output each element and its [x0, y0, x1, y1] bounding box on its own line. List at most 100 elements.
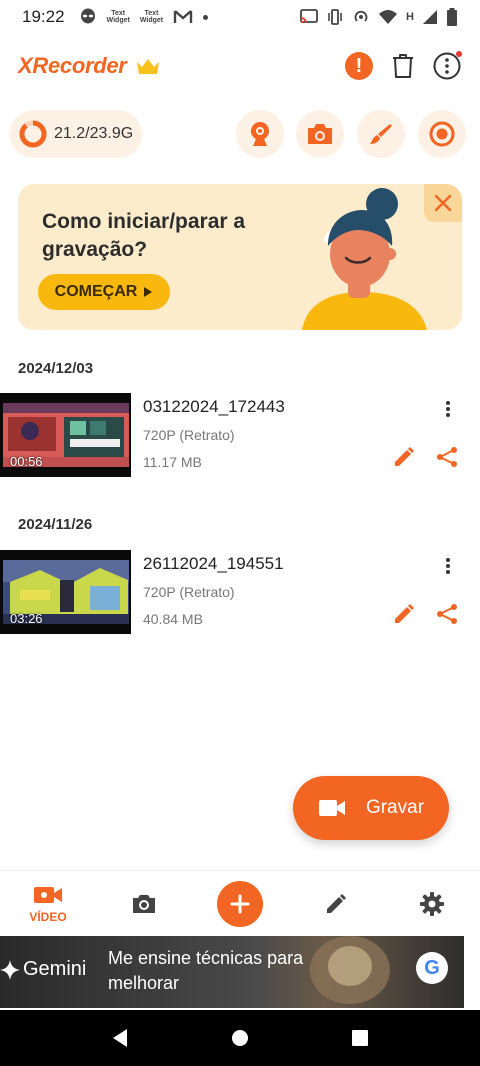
- screenshot-button[interactable]: [296, 110, 344, 158]
- notification-dot: [456, 51, 462, 57]
- crown-icon[interactable]: [135, 56, 161, 76]
- wifi-icon: [379, 10, 398, 24]
- webcam-button[interactable]: [236, 110, 284, 158]
- date-header: 2024/11/26: [18, 516, 93, 533]
- recording-item[interactable]: 00:56 03122024_172443 720P (Retrato) 11.…: [0, 393, 480, 477]
- trash-button[interactable]: [388, 51, 418, 81]
- share-icon: [437, 447, 457, 467]
- battery-icon: [447, 8, 457, 26]
- camera-icon: [308, 124, 332, 144]
- play-arrow-icon: [144, 287, 153, 297]
- nav-video-label: VÍDEO: [29, 910, 67, 924]
- nav-edit[interactable]: [306, 871, 366, 937]
- alert-button[interactable]: !: [344, 51, 374, 81]
- video-icon: [34, 887, 62, 903]
- vibrate-icon: [328, 9, 342, 25]
- storage-text: 21.2/23.9G: [54, 125, 134, 142]
- gemini-sparkle-icon: [0, 959, 20, 980]
- recording-edit-button[interactable]: [392, 445, 418, 471]
- back-icon[interactable]: [111, 1028, 129, 1048]
- signal-icon: [423, 10, 437, 24]
- webcam-icon: [251, 122, 269, 146]
- quick-actions-row: 21.2/23.9G: [0, 110, 480, 158]
- start-button[interactable]: COMEÇAR: [38, 274, 170, 310]
- add-icon: [230, 894, 250, 914]
- cast-icon: [300, 9, 318, 24]
- record-fab[interactable]: Gravar: [293, 776, 449, 840]
- camera-icon: [133, 895, 155, 913]
- share-icon: [437, 604, 457, 624]
- nav-add[interactable]: [210, 871, 270, 937]
- tutorial-banner[interactable]: Como iniciar/parar a gravação? COMEÇAR ?: [18, 184, 462, 330]
- status-icons-right: H: [300, 8, 458, 26]
- close-icon: [434, 194, 452, 212]
- banner-close-button[interactable]: [424, 184, 462, 222]
- status-bar: 19:22 Text Widget Text Widget H: [0, 0, 480, 34]
- ad-brand: Gemini: [0, 958, 86, 981]
- status-icons-left: Text Widget Text Widget: [79, 8, 209, 26]
- more-options-button[interactable]: [432, 51, 462, 81]
- recording-resolution: 720P (Retrato): [143, 427, 235, 443]
- recents-icon[interactable]: [351, 1029, 369, 1047]
- brush-icon: [370, 124, 392, 144]
- banner-title: Como iniciar/parar a gravação?: [42, 210, 246, 261]
- ad-brand-label: Gemini: [23, 958, 87, 980]
- recording-size: 11.17 MB: [143, 454, 202, 470]
- recording-size: 40.84 MB: [143, 611, 203, 627]
- text-widget-label-1: Text Widget: [106, 10, 130, 24]
- pencil-icon: [395, 447, 414, 466]
- recording-more-button[interactable]: [438, 554, 458, 578]
- video-camera-icon: [318, 800, 345, 816]
- recording-duration: 03:26: [10, 611, 43, 626]
- recording-share-button[interactable]: [435, 445, 461, 471]
- ad-text: Me ensine técnicas para melhorar: [108, 948, 304, 993]
- brush-button[interactable]: [357, 110, 405, 158]
- storage-ring-icon: [19, 120, 47, 148]
- app-logo: XRecorder: [18, 53, 127, 78]
- recording-thumbnail[interactable]: 03:26: [0, 550, 131, 634]
- pencil-icon: [327, 894, 346, 913]
- text-widget-icon: Text Widget: [140, 10, 163, 24]
- record-icon: [429, 121, 455, 147]
- google-g-letter: G: [424, 956, 440, 979]
- system-navigation-bar: [0, 1010, 480, 1066]
- ad-image: [310, 936, 390, 1004]
- nav-settings[interactable]: [402, 871, 462, 937]
- text-widget-icon: Text Widget: [107, 10, 130, 24]
- pencil-icon: [395, 604, 414, 623]
- alert-icon: !: [345, 52, 373, 80]
- recording-resolution: 720P (Retrato): [143, 584, 235, 600]
- recording-name: 03122024_172443: [143, 397, 285, 416]
- record-fab-label: Gravar: [365, 797, 425, 818]
- text-widget-label-2: Text Widget: [139, 10, 164, 24]
- recording-more-button[interactable]: [438, 397, 458, 421]
- dot-icon: [203, 14, 209, 20]
- recording-share-button[interactable]: [435, 602, 461, 628]
- recording-name: 26112024_194551: [143, 554, 284, 573]
- status-time: 19:22: [22, 7, 65, 26]
- storage-indicator[interactable]: 21.2/23.9G: [10, 110, 142, 158]
- add-button[interactable]: [217, 881, 263, 927]
- network-h-icon: H: [406, 11, 414, 23]
- recording-edit-button[interactable]: [392, 602, 418, 628]
- recording-thumbnail[interactable]: 00:56: [0, 393, 131, 477]
- ad-banner[interactable]: Gemini Me ensine técnicas para melhorar: [0, 936, 464, 1008]
- date-header: 2024/12/03: [18, 360, 94, 377]
- app-bar-actions: !: [344, 51, 462, 81]
- trash-icon: [393, 54, 413, 78]
- google-g-icon[interactable]: G: [416, 952, 448, 984]
- more-vertical-icon: [446, 401, 450, 417]
- nav-video[interactable]: VÍDEO: [18, 871, 78, 937]
- hotspot-icon: [354, 10, 368, 22]
- gmail-icon: [173, 10, 193, 23]
- home-icon[interactable]: [231, 1029, 249, 1047]
- start-button-label: COMEÇAR: [54, 283, 138, 300]
- alien-icon: [80, 8, 95, 24]
- recording-item[interactable]: 03:26 26112024_194551 720P (Retrato) 40.…: [0, 550, 480, 634]
- gear-icon: [420, 892, 444, 916]
- more-vertical-icon: [446, 558, 450, 574]
- record-button[interactable]: [418, 110, 466, 158]
- recording-duration: 00:56: [10, 454, 43, 469]
- bottom-navigation: VÍDEO: [0, 870, 480, 936]
- nav-screenshots[interactable]: [114, 871, 174, 937]
